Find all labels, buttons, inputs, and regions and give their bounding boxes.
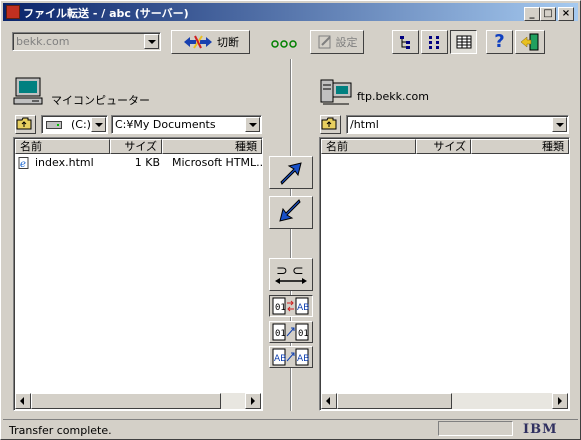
disconnect-button[interactable]: 切断	[171, 30, 250, 54]
local-label: マイコンピューター	[51, 94, 150, 107]
remote-col-size[interactable]: サイズ	[416, 139, 471, 154]
minimize-button[interactable]: _	[524, 7, 540, 21]
transfer-mode-binary-button[interactable]: 01 01	[269, 321, 313, 343]
settings-icon	[318, 35, 331, 49]
disconnect-icon	[184, 35, 212, 49]
exit-button[interactable]	[515, 30, 545, 54]
remote-label: ftp.bekk.com	[357, 90, 429, 103]
connection-status-icon	[271, 38, 297, 48]
table-row[interactable]: e index.html 1 KB Microsoft HTML...	[16, 156, 262, 170]
folder-up-icon	[321, 117, 337, 130]
binary-mode-icon: 01 01	[272, 323, 309, 341]
local-drive-select[interactable]: (C:)	[41, 115, 108, 134]
remote-up-folder-button[interactable]	[320, 115, 341, 134]
svg-text:AB: AB	[297, 354, 309, 364]
ibm-logo: IBM	[523, 422, 558, 437]
svg-text:AB: AB	[274, 354, 286, 364]
remote-path-value: /html	[350, 118, 379, 131]
exit-door-icon	[520, 33, 539, 51]
title-bar: ファイル転送 - / abc (サーバー) _ □ ×	[3, 3, 578, 21]
upload-arrow-icon	[280, 162, 302, 185]
status-bar: Transfer complete. IBM	[3, 419, 578, 438]
scroll-left-button[interactable]	[321, 393, 337, 409]
scroll-thumb[interactable]	[31, 393, 221, 409]
local-row-size: 1 KB	[134, 156, 160, 169]
scroll-right-button[interactable]	[552, 393, 568, 409]
sync-button[interactable]: ⊃ ⊂	[269, 258, 313, 291]
ftp-window: ファイル転送 - / abc (サーバー) _ □ × bekk.com 切断 …	[0, 0, 581, 440]
text-binary-toggle-icon: 01 AB	[272, 297, 309, 315]
download-arrow-icon	[279, 199, 301, 222]
details-view-icon	[456, 35, 471, 49]
window-title: ファイル転送 - / abc (サーバー)	[23, 7, 189, 20]
settings-button[interactable]: 設定	[310, 30, 364, 54]
local-path-combo[interactable]: C:¥My Documents	[111, 115, 262, 134]
help-button[interactable]: ?	[486, 30, 513, 54]
upload-button[interactable]	[269, 156, 313, 189]
local-horizontal-scrollbar[interactable]	[15, 393, 261, 409]
remote-file-list[interactable]: 名前 サイズ 種類	[319, 137, 570, 411]
chevron-down-icon[interactable]	[552, 117, 567, 132]
computer-icon	[13, 77, 43, 105]
server-icon	[320, 79, 352, 105]
local-up-folder-button[interactable]	[15, 115, 36, 134]
host-combo-value: bekk.com	[16, 35, 70, 48]
status-text: Transfer complete.	[9, 424, 112, 437]
help-icon: ?	[494, 31, 505, 52]
disconnect-label: 切断	[217, 36, 239, 49]
svg-text:01: 01	[275, 329, 286, 339]
tree-view-icon	[399, 36, 410, 49]
html-file-icon: e	[18, 157, 29, 169]
remote-path-combo[interactable]: /html	[346, 115, 569, 134]
scroll-left-button[interactable]	[15, 393, 31, 409]
download-button[interactable]	[269, 196, 313, 229]
scroll-right-button[interactable]	[245, 393, 261, 409]
close-button[interactable]: ×	[558, 7, 574, 21]
scroll-thumb[interactable]	[337, 393, 452, 409]
remote-col-type[interactable]: 種類	[471, 139, 569, 154]
local-row-name: index.html	[35, 156, 94, 169]
local-col-size[interactable]: サイズ	[110, 139, 162, 154]
list-view-icon	[428, 36, 439, 49]
tree-view-button[interactable]	[392, 30, 419, 54]
drive-icon	[46, 121, 62, 129]
local-drive-value: (C:)	[71, 118, 91, 131]
remote-horizontal-scrollbar[interactable]	[321, 393, 568, 409]
svg-text:e: e	[20, 159, 26, 169]
local-path-value: C:¥My Documents	[115, 118, 216, 131]
details-view-button[interactable]	[450, 30, 477, 54]
folder-up-icon	[16, 117, 32, 130]
text-mode-icon: AB AB	[272, 348, 309, 366]
local-col-type[interactable]: 種類	[162, 139, 262, 154]
svg-text:AB: AB	[297, 303, 309, 313]
status-progress-cell	[438, 421, 513, 436]
chevron-down-icon[interactable]	[144, 34, 159, 49]
local-row-type: Microsoft HTML...	[172, 156, 263, 169]
maximize-button[interactable]: □	[540, 7, 556, 21]
svg-text:01: 01	[298, 329, 309, 339]
svg-text:01: 01	[275, 303, 286, 313]
transfer-mode-auto-button[interactable]: 01 AB	[269, 295, 313, 317]
settings-label: 設定	[335, 36, 358, 49]
remote-col-name[interactable]: 名前	[321, 139, 416, 154]
chevron-down-icon[interactable]	[91, 117, 106, 132]
svg-text:⊃: ⊃	[276, 263, 288, 279]
svg-text:⊂: ⊂	[292, 263, 304, 279]
transfer-mode-text-button[interactable]: AB AB	[269, 346, 313, 368]
local-file-list[interactable]: 名前 サイズ 種類 e index.html 1 KB Microsoft HT…	[13, 137, 263, 411]
app-icon	[6, 5, 20, 19]
local-col-name[interactable]: 名前	[15, 139, 110, 154]
list-view-button[interactable]	[421, 30, 448, 54]
sync-icon: ⊃ ⊂	[275, 263, 307, 284]
chevron-down-icon[interactable]	[245, 117, 260, 132]
host-combo[interactable]: bekk.com	[12, 32, 161, 51]
